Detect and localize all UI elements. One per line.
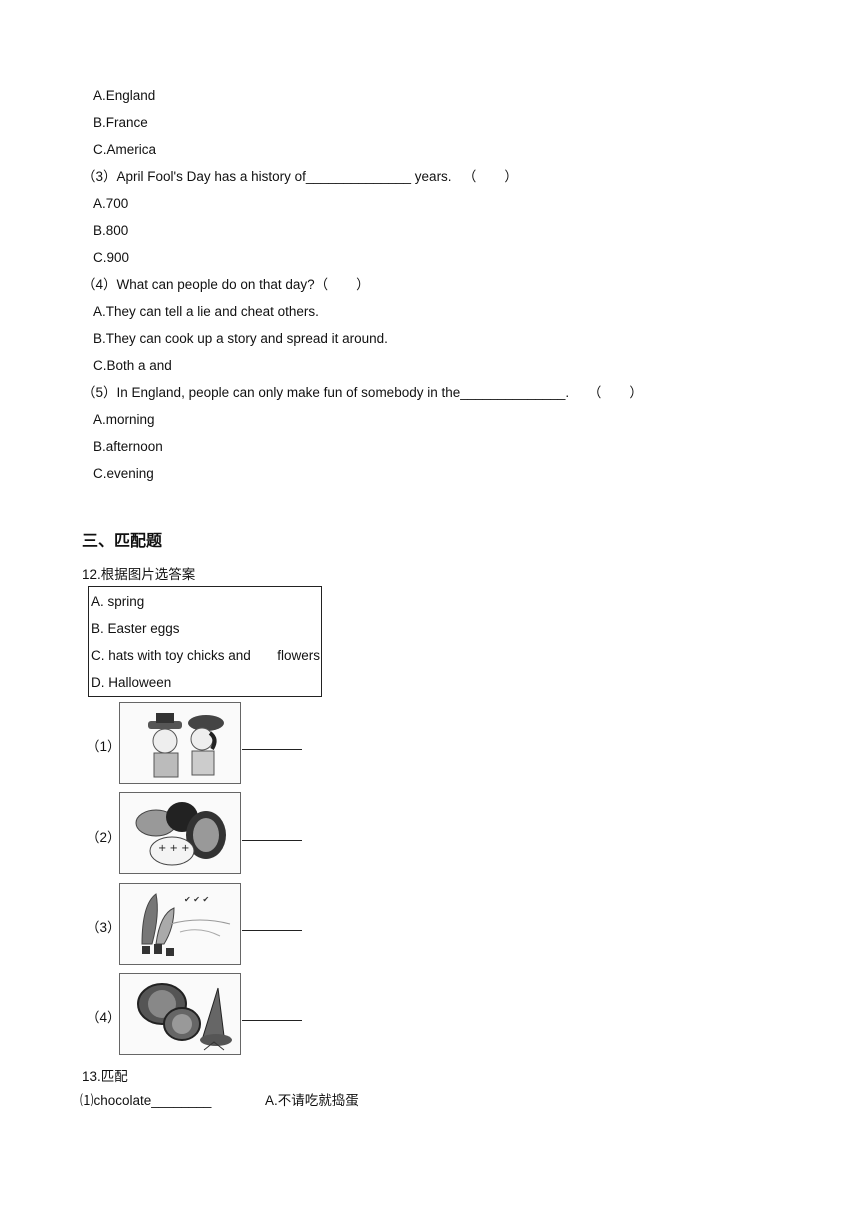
answer-blank-4[interactable] [242,1020,302,1021]
q3-option-a: A.700 [93,196,129,211]
question-text: What can people do on that day? [116,277,315,292]
answer-blank: ______________ [305,169,412,184]
question-text-tail: . [565,385,570,400]
svg-text:+ + +: + + + [158,843,190,854]
q4-option-c: C.Both a and [93,358,172,373]
picture-label-2: （2） [86,830,121,845]
choice-b: B. Easter eggs [91,621,180,636]
choice-box: A. spring B. Easter eggs C. hats with to… [88,586,322,697]
halloween-pumpkins-picture [119,973,241,1055]
q3-option-c: C.900 [93,250,130,265]
q4-option-b: B.They can cook up a story and spread it… [93,331,388,346]
question-text: April Fool's Day has a history of [116,169,306,184]
q2-option-b: B.France [93,115,148,130]
question-12-title: 12.根据图片选答案 [82,563,195,583]
question-number: （4） [82,277,117,292]
question-number: 12. [82,567,101,582]
choice-c: C. hats with toy chicks and [91,648,251,663]
question-title: 根据图片选答案 [100,567,196,583]
halloween-pumpkins-icon [137,983,232,1051]
easter-eggs-picture: + + + [119,792,241,874]
match-right-text: A.不请吃就捣蛋 [265,1093,359,1108]
q5-option-a: A.morning [93,412,155,427]
choice-d: D. Halloween [91,675,172,690]
easter-hats-picture [119,702,241,784]
picture-label-3: （3） [86,920,121,935]
question-text-tail: years. [411,169,452,184]
picture-label-4: （4） [86,1010,121,1025]
match-item-1: ⑴chocolate________ [80,1092,211,1110]
easter-hats-icon [148,713,224,778]
match-left: ⑴chocolate [80,1093,152,1108]
q4-option-a: A.They can tell a lie and cheat others. [93,304,319,319]
question-4: （4）What can people do on that day?（ ） [82,276,370,294]
choice-a: A. spring [91,594,145,609]
easter-eggs-icon: + + + [135,802,226,866]
q5-option-b: B.afternoon [93,439,163,454]
answer-paren-close: ） [356,277,370,292]
answer-blank-1[interactable] [242,749,302,750]
q5-option-c: C.evening [93,466,154,481]
match-blank[interactable]: ________ [151,1093,211,1108]
question-title: 匹配 [100,1069,128,1085]
answer-paren-open: （ [587,385,602,400]
q2-option-c: C.America [93,142,157,157]
answer-paren-close: ） [629,385,643,400]
answer-paren-open: （ [314,277,329,292]
question-3: （3）April Fool's Day has a history of____… [82,168,518,186]
choice-c-tail: flowers [277,648,320,663]
question-text: In England, people can only make fun of … [116,385,461,400]
answer-blank-2[interactable] [242,840,302,841]
q2-option-a: A.England [93,88,156,103]
spring-scene-picture: ✔ ✔ ✔ [119,883,241,965]
q3-option-b: B.800 [93,223,129,238]
svg-text:✔ ✔ ✔: ✔ ✔ ✔ [184,895,209,904]
spring-scene-icon: ✔ ✔ ✔ [141,893,231,956]
answer-blank: ______________ [460,385,566,400]
answer-paren-open: （ [462,169,477,184]
answer-blank-3[interactable] [242,930,302,931]
answer-paren-close: ） [504,169,518,184]
question-number: 13. [82,1069,101,1084]
picture-label-1: （1） [86,739,121,754]
question-number: （5） [82,385,117,400]
match-right-a: A.不请吃就捣蛋 [265,1092,359,1110]
question-5: （5）In England, people can only make fun … [82,384,643,402]
section-heading: 三、匹配题 [82,531,163,550]
question-13-title: 13.匹配 [82,1065,128,1085]
question-number: （3） [82,169,117,184]
